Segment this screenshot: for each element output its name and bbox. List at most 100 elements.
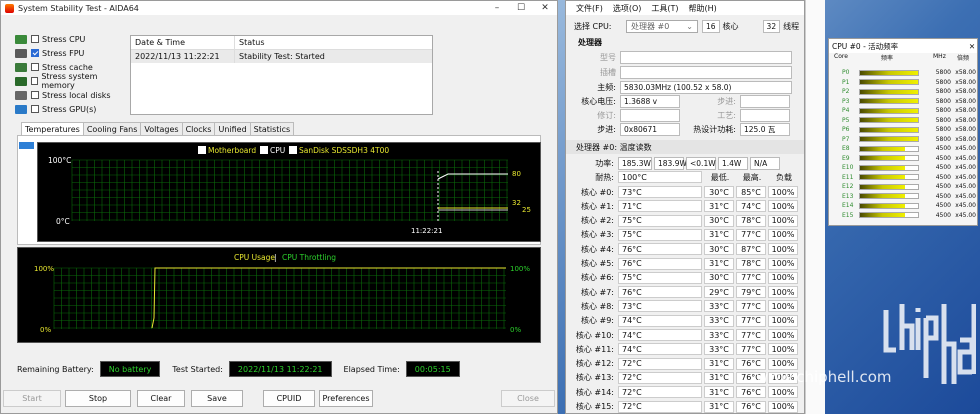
usage-title: CPU Usage xyxy=(234,253,275,262)
stress-option[interactable]: Stress FPU xyxy=(15,46,130,60)
preferences-button[interactable]: Preferences xyxy=(319,390,373,407)
aida64-flame-icon xyxy=(5,3,14,13)
freq-core-name: E13 xyxy=(842,192,854,200)
tab-voltages[interactable]: Voltages xyxy=(140,122,183,136)
freq-core-name: E10 xyxy=(842,164,854,171)
freq-multiplier: x45.00 xyxy=(955,164,976,171)
sensor-selector[interactable] xyxy=(19,142,34,149)
legend-check-motherboard[interactable] xyxy=(198,146,206,154)
core-temp-min: 30°C xyxy=(704,186,734,198)
core-load: 100% xyxy=(768,186,798,198)
y-axis-top-label: 100°C xyxy=(48,156,71,165)
freq-multiplier: x45.00 xyxy=(955,202,976,209)
freq-core-name: P1 xyxy=(842,78,850,86)
core-temp-min: 33°C xyxy=(704,329,734,341)
stress-checkbox[interactable] xyxy=(31,35,39,43)
stress-option[interactable]: Stress CPU xyxy=(15,32,130,46)
freq-bar-fill xyxy=(860,127,918,132)
freq-multiplier: x45.00 xyxy=(955,192,976,200)
freq-multiplier: x58.00 xyxy=(955,107,976,114)
freq-bar xyxy=(859,155,919,161)
freq-row: E13 4500 x45.00 xyxy=(829,192,977,201)
core-temp-max: 78°C xyxy=(736,214,766,227)
power-min: <0.1W xyxy=(686,156,716,170)
select-cpu-label: 选择 CPU: xyxy=(574,22,612,31)
save-button[interactable]: Save xyxy=(191,390,243,407)
freq-bar-fill xyxy=(860,137,918,141)
maximize-icon[interactable]: ☐ xyxy=(509,1,533,15)
model-field xyxy=(620,51,792,64)
legend-check-cpu[interactable] xyxy=(260,146,268,154)
freq-bar-fill xyxy=(860,146,905,151)
stress-checkbox[interactable] xyxy=(31,63,39,71)
stress-option[interactable]: Stress GPU(s) xyxy=(15,102,130,116)
freq-multiplier: x58.00 xyxy=(955,88,976,95)
freq-bar-fill xyxy=(860,80,918,84)
process-label: 工艺: xyxy=(717,111,736,120)
core-load: 100% xyxy=(768,200,798,213)
freq-close-icon[interactable]: ✕ xyxy=(967,42,977,51)
stress-checkbox[interactable] xyxy=(30,77,39,85)
model-label: 型号 xyxy=(600,53,616,62)
tab-statistics[interactable]: Statistics xyxy=(249,122,295,136)
freq-bar xyxy=(859,69,919,76)
freq-bar xyxy=(859,202,919,209)
freq-core-name: P2 xyxy=(842,88,850,95)
freq-panel-title: CPU #0 - 活动频率 xyxy=(832,41,899,51)
tab-cooling-fans[interactable]: Cooling Fans xyxy=(82,122,142,136)
model-row: 型号 xyxy=(566,51,804,64)
core-temp-max: 77°C xyxy=(736,300,766,313)
cpu-usage-graph-svg: CPU Usage | CPU Throttling 100% 0% 100% … xyxy=(34,253,530,334)
col-load-label: 负载 xyxy=(776,172,792,182)
close-icon[interactable]: ✕ xyxy=(533,1,557,15)
col-status[interactable]: Status xyxy=(235,38,432,47)
legend-check-ssd[interactable] xyxy=(289,146,297,154)
tab-unified[interactable]: Unified xyxy=(214,122,251,136)
stress-option[interactable]: Stress local disks xyxy=(15,88,130,102)
core-temp-max: 76°C xyxy=(736,400,766,413)
stress-option[interactable]: Stress system memory xyxy=(15,72,130,90)
stress-option-label: Stress system memory xyxy=(41,72,98,90)
processor-group-title: 处理器 xyxy=(578,38,602,47)
stress-checkbox[interactable] xyxy=(31,105,39,113)
chevron-down-icon: ⌄ xyxy=(686,22,693,31)
table-row[interactable]: 2022/11/13 11:22:21 Stability Test: Star… xyxy=(131,50,432,63)
menu-item[interactable]: 文件(F) xyxy=(576,3,603,14)
freq-multiplier: x45.00 xyxy=(955,183,976,190)
stability-test-window: System Stability Test - AIDA64 – ☐ ✕ Str… xyxy=(0,0,558,414)
freq-mhz: 5800 xyxy=(935,69,951,76)
start-button[interactable]: Start xyxy=(3,390,61,407)
tab-clocks[interactable]: Clocks xyxy=(181,122,216,136)
freq-bar-fill xyxy=(860,118,918,122)
core-temp-min: 30°C xyxy=(704,214,734,227)
menu-item[interactable]: 工具(T) xyxy=(651,3,678,14)
core-load: 100% xyxy=(768,228,798,241)
status-bar: Remaining Battery: No battery Test Start… xyxy=(17,360,547,378)
stop-button[interactable]: Stop xyxy=(65,390,131,407)
tab-temperatures[interactable]: Temperatures xyxy=(21,122,84,136)
core-temp-current: 75°C xyxy=(618,228,702,241)
freq-mhz: 4500 xyxy=(935,211,951,219)
time-label: 11:22:21 xyxy=(411,227,442,235)
stress-device-icon xyxy=(15,76,27,86)
clear-button[interactable]: Clear xyxy=(137,390,185,407)
core-temp-min: 33°C xyxy=(704,300,734,313)
cpuid-button[interactable]: CPUID xyxy=(263,390,315,407)
stress-checkbox[interactable] xyxy=(31,49,39,57)
stress-option-label: Stress GPU(s) xyxy=(42,104,97,114)
close-button[interactable]: Close xyxy=(501,390,555,407)
cpu-select-dropdown[interactable]: 处理器 #0 ⌄ xyxy=(626,20,698,33)
freq-mhz: 4500 xyxy=(935,173,951,181)
battery-value: No battery xyxy=(99,361,161,377)
menu-item[interactable]: 选项(O) xyxy=(613,3,642,14)
freq-row: E9 4500 x45.00 xyxy=(829,154,977,163)
menu-item[interactable]: 帮助(H) xyxy=(689,3,717,14)
graph-tabs: Temperatures Cooling Fans Voltages Clocks Un… xyxy=(21,122,295,136)
freq-mhz: 5800 xyxy=(935,116,951,124)
stress-checkbox[interactable] xyxy=(31,91,39,99)
stress-device-icon xyxy=(15,62,27,72)
freq-row: P1 5800 x58.00 xyxy=(829,78,977,87)
col-datetime[interactable]: Date & Time xyxy=(131,36,235,49)
minimize-icon[interactable]: – xyxy=(485,1,509,15)
freq-mhz: 4500 xyxy=(935,154,951,162)
